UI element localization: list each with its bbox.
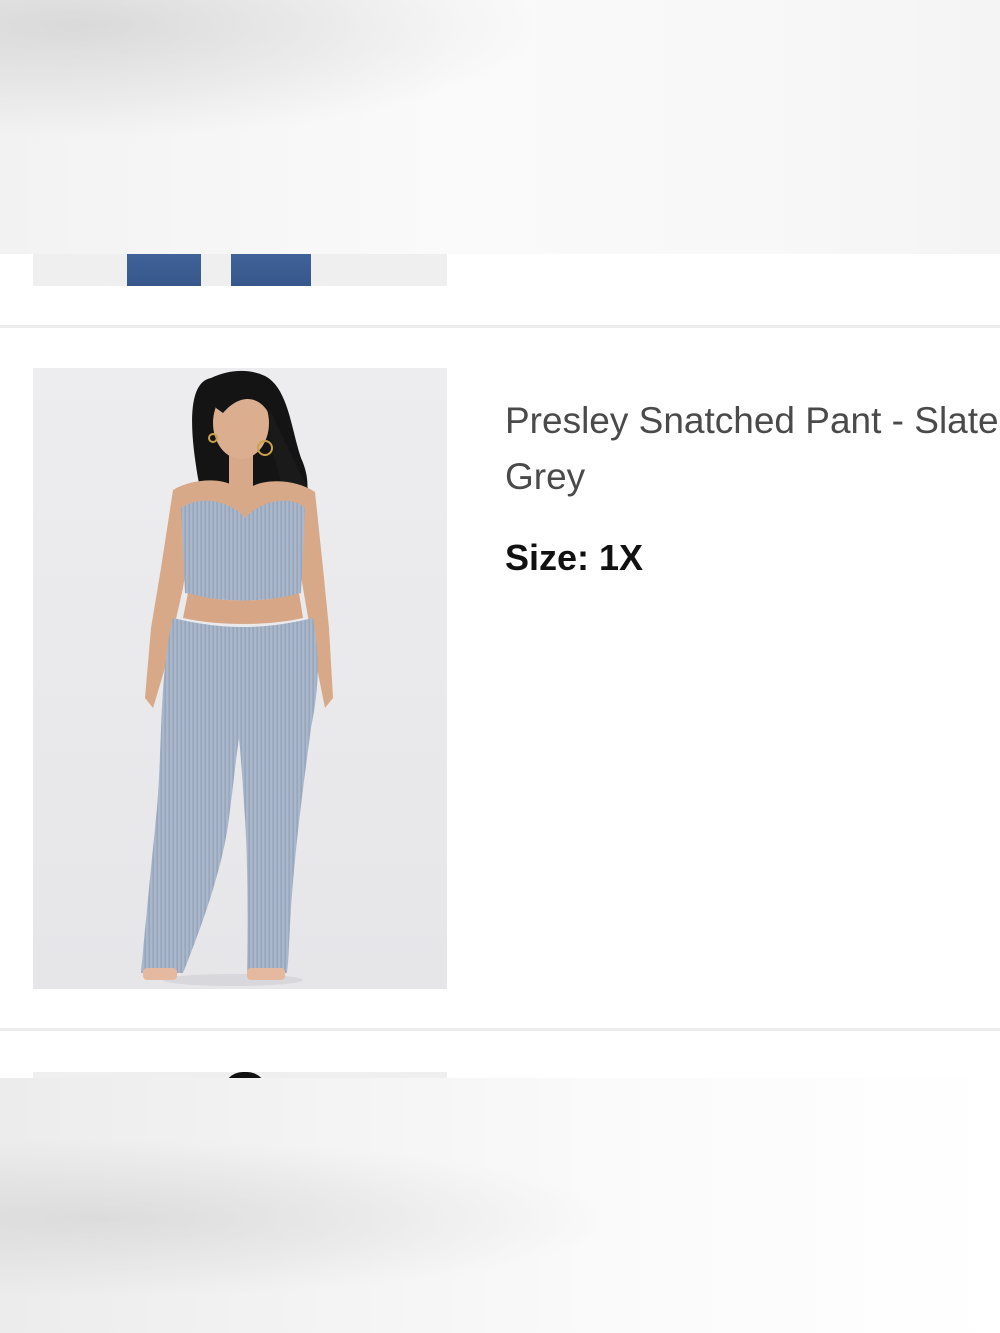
model-photo-icon: [33, 368, 447, 989]
product-image[interactable]: [33, 368, 447, 989]
product-size-label: Size: 1X: [505, 537, 644, 578]
product-title[interactable]: Presley Snatched Pant - Slate Grey: [505, 393, 1000, 505]
item-divider: [0, 325, 1000, 328]
cart-page: Presley Snatched Pant - Slate Grey Size:…: [0, 0, 1000, 1333]
top-blur-overlay: [0, 0, 1000, 254]
bottom-blur-overlay: [0, 1078, 1000, 1333]
item-divider: [0, 1028, 1000, 1031]
